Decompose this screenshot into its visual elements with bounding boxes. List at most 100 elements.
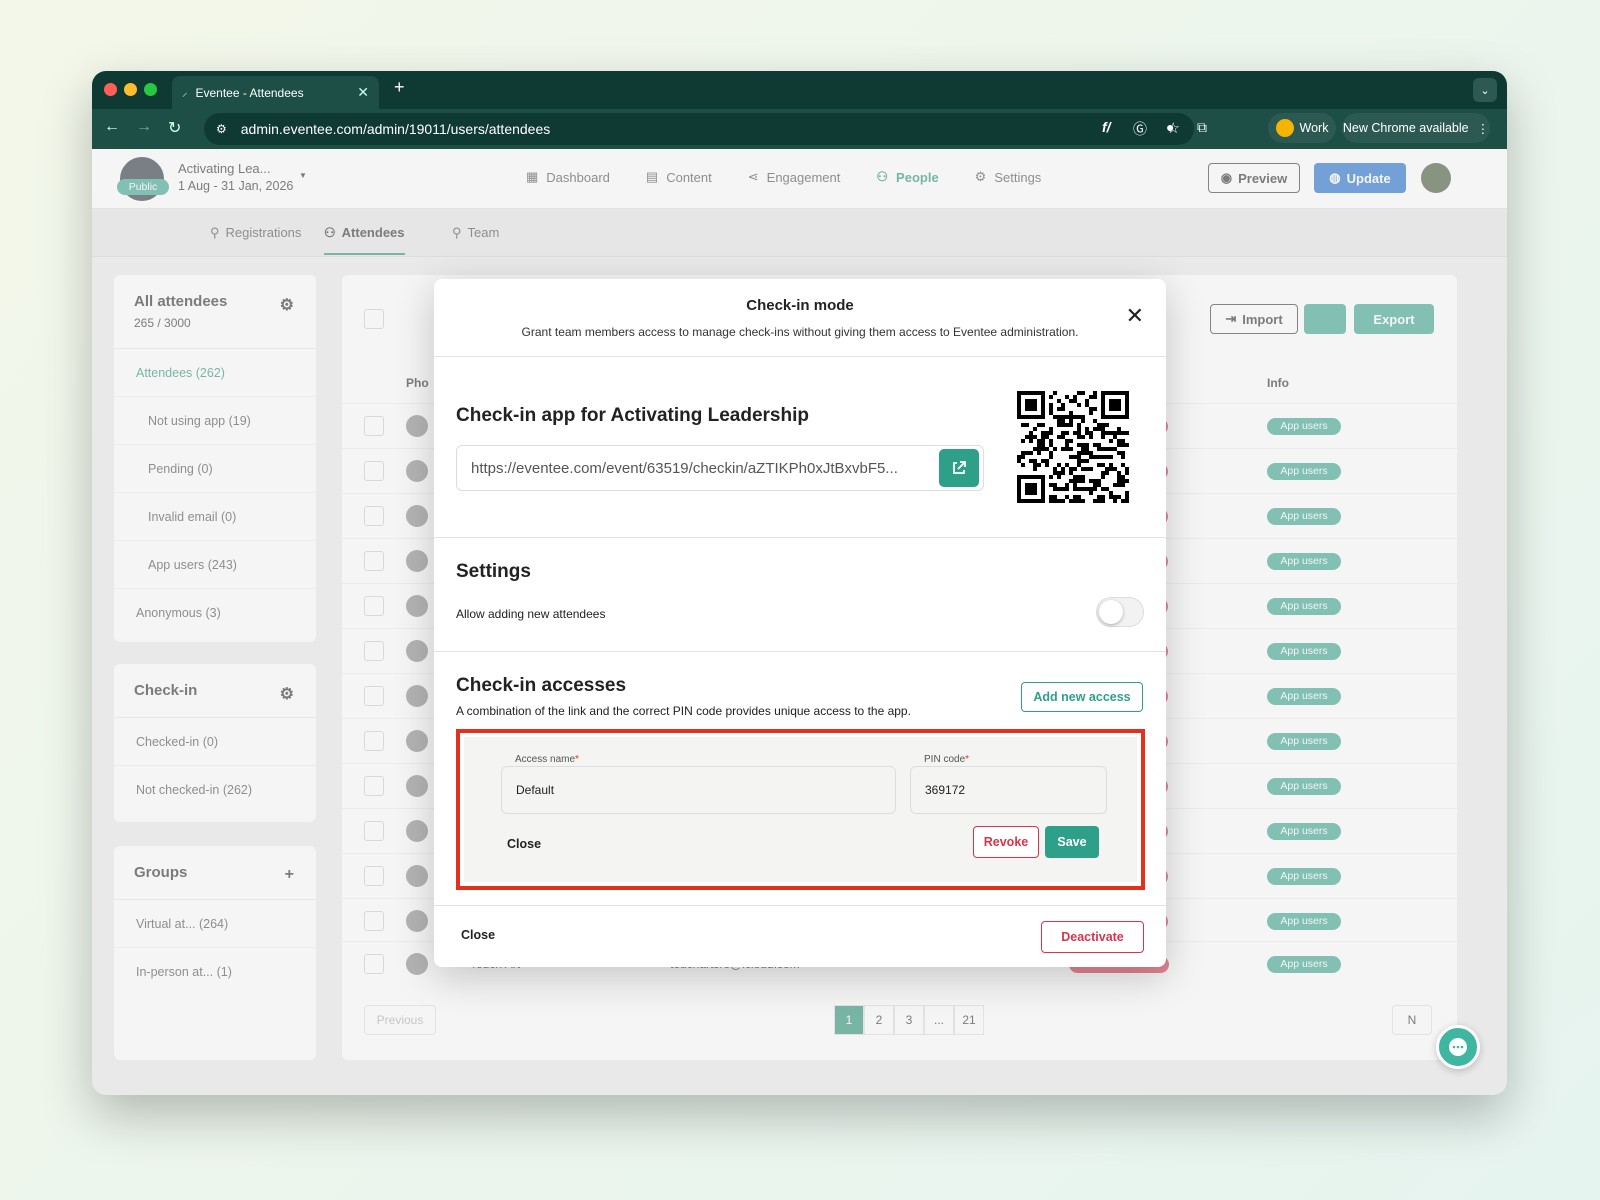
row-checkbox[interactable] bbox=[364, 776, 384, 796]
kebab-menu-icon[interactable]: ⋮ bbox=[1477, 121, 1490, 136]
tab-team[interactable]: ⚲ Team bbox=[452, 225, 499, 241]
row-checkbox[interactable] bbox=[364, 551, 384, 571]
event-switcher-caret-icon[interactable]: ▼ bbox=[299, 171, 307, 180]
add-new-access-button[interactable]: Add new access bbox=[1021, 682, 1143, 712]
page-1[interactable]: 1 bbox=[834, 1005, 864, 1035]
maximize-window-button[interactable] bbox=[144, 83, 157, 96]
row-checkbox[interactable] bbox=[364, 731, 384, 751]
attendee-photo bbox=[406, 910, 428, 932]
chrome-update-button[interactable]: New Chrome available ⋮ bbox=[1342, 113, 1490, 143]
filter-app-users[interactable]: App users (243) bbox=[114, 541, 316, 589]
info-badge: App users bbox=[1267, 643, 1341, 660]
row-checkbox[interactable] bbox=[364, 686, 384, 706]
row-checkbox[interactable] bbox=[364, 416, 384, 436]
gear-icon: ⚙ bbox=[974, 169, 987, 184]
site-settings-icon[interactable]: ⚙ bbox=[216, 122, 227, 136]
open-link-button[interactable] bbox=[939, 449, 979, 487]
chat-support-button[interactable] bbox=[1436, 1025, 1480, 1069]
pin-code-field[interactable]: 369172 bbox=[910, 766, 1107, 814]
address-bar[interactable]: ⚙ admin.eventee.com/admin/19011/users/at… bbox=[204, 113, 1194, 145]
extension-drop-icon[interactable]: ● bbox=[1166, 119, 1174, 135]
checkin-mode-modal: Check-in mode Grant team members access … bbox=[434, 279, 1166, 967]
reload-icon[interactable]: ↻ bbox=[168, 118, 181, 138]
attendee-photo bbox=[406, 865, 428, 887]
save-button[interactable]: Save bbox=[1045, 826, 1099, 858]
page-2[interactable]: 2 bbox=[864, 1005, 894, 1035]
info-badge: App users bbox=[1267, 508, 1341, 525]
filter-not-using-app[interactable]: Not using app (19) bbox=[114, 397, 316, 445]
access-name-field[interactable]: Default bbox=[501, 766, 896, 814]
deactivate-button[interactable]: Deactivate bbox=[1041, 921, 1144, 953]
forward-icon[interactable]: → bbox=[136, 118, 152, 136]
checkin-accesses-heading: Check-in accesses bbox=[456, 675, 627, 696]
close-icon[interactable]: ✕ bbox=[1126, 303, 1144, 329]
row-checkbox[interactable] bbox=[364, 461, 384, 481]
close-access-button[interactable]: Close bbox=[507, 837, 541, 851]
checkin-app-heading: Check-in app for Activating Leadership bbox=[456, 405, 809, 426]
filter-invalid-email[interactable]: Invalid email (0) bbox=[114, 493, 316, 541]
minimize-window-button[interactable] bbox=[124, 83, 137, 96]
extension-f-icon[interactable]: f/ bbox=[1102, 119, 1111, 135]
nav-dashboard[interactable]: ▦ Dashboard bbox=[526, 169, 610, 185]
nav-content[interactable]: ▤ Content bbox=[646, 169, 712, 185]
row-checkbox[interactable] bbox=[364, 506, 384, 526]
public-badge: Public bbox=[117, 179, 169, 195]
preview-button[interactable]: ◉ Preview bbox=[1208, 163, 1300, 193]
close-window-button[interactable] bbox=[104, 83, 117, 96]
previous-page-button[interactable]: Previous bbox=[364, 1005, 436, 1035]
export-button[interactable]: Export bbox=[1354, 304, 1434, 334]
all-attendees-header: All attendees 265 / 3000 ⚙ bbox=[114, 275, 316, 349]
import-button[interactable]: ⇥ Import bbox=[1210, 304, 1298, 334]
browser-tab[interactable]: ⸝ Eventee - Attendees ✕ bbox=[172, 76, 379, 109]
close-tab-icon[interactable]: ✕ bbox=[357, 84, 369, 101]
select-all-checkbox[interactable] bbox=[364, 309, 384, 329]
filter-attendees[interactable]: Attendees (262) bbox=[114, 349, 316, 397]
eventee-favicon-icon: ⸝ bbox=[182, 87, 188, 99]
filter-checked-in[interactable]: Checked-in (0) bbox=[114, 718, 316, 766]
globe-icon: ◍ bbox=[1329, 170, 1341, 185]
tab-attendees[interactable]: ⚇ Attendees bbox=[324, 225, 405, 255]
page-3[interactable]: 3 bbox=[894, 1005, 924, 1035]
filter-not-checked-in[interactable]: Not checked-in (262) bbox=[114, 766, 316, 814]
tab-search-chevron-icon[interactable]: ⌄ bbox=[1473, 78, 1497, 102]
divider bbox=[434, 537, 1166, 538]
nav-settings[interactable]: ⚙ Settings bbox=[975, 169, 1042, 185]
row-checkbox[interactable] bbox=[364, 641, 384, 661]
new-tab-icon[interactable]: + bbox=[394, 77, 405, 98]
group-virtual[interactable]: Virtual at... (264) bbox=[114, 900, 316, 948]
allow-new-attendees-toggle[interactable] bbox=[1096, 597, 1144, 627]
profile-avatar-icon bbox=[1275, 119, 1294, 137]
row-checkbox[interactable] bbox=[364, 596, 384, 616]
top-navigation: ▦ Dashboard ▤ Content ⋖ Engagement ⚇ People … bbox=[526, 169, 1041, 185]
update-button[interactable]: ◍ Update bbox=[1314, 163, 1406, 193]
user-avatar[interactable] bbox=[1421, 163, 1451, 193]
profile-label: Work bbox=[1299, 121, 1329, 135]
profile-button[interactable]: Work bbox=[1268, 113, 1336, 143]
sync-button[interactable] bbox=[1304, 304, 1346, 334]
info-badge: App users bbox=[1267, 913, 1341, 930]
add-group-icon[interactable]: + bbox=[285, 866, 294, 884]
next-page-button[interactable]: N bbox=[1392, 1005, 1432, 1035]
row-checkbox[interactable] bbox=[364, 821, 384, 841]
gear-icon[interactable]: ⚙ bbox=[280, 684, 294, 704]
row-checkbox[interactable] bbox=[364, 954, 384, 974]
back-icon[interactable]: ← bbox=[104, 118, 120, 136]
info-badge: App users bbox=[1267, 688, 1341, 705]
event-name[interactable]: Activating Lea... bbox=[178, 161, 271, 176]
modal-close-button[interactable]: Close bbox=[461, 928, 495, 942]
attendee-photo bbox=[406, 775, 428, 797]
tab-registrations[interactable]: ⚲ Registrations bbox=[210, 225, 301, 241]
filter-anonymous[interactable]: Anonymous (3) bbox=[114, 589, 316, 637]
gear-icon[interactable]: ⚙ bbox=[280, 295, 294, 315]
group-in-person[interactable]: In-person at... (1) bbox=[114, 948, 316, 996]
row-checkbox[interactable] bbox=[364, 911, 384, 931]
filter-pending[interactable]: Pending (0) bbox=[114, 445, 316, 493]
nav-engagement[interactable]: ⋖ Engagement bbox=[748, 169, 841, 185]
page-21[interactable]: 21 bbox=[954, 1005, 984, 1035]
extensions-puzzle-icon[interactable]: ⧉ bbox=[1197, 119, 1207, 136]
grammarly-icon[interactable]: Ⓖ bbox=[1133, 119, 1147, 139]
checkin-link-field[interactable]: https://eventee.com/event/63519/checkin/… bbox=[456, 445, 984, 491]
revoke-button[interactable]: Revoke bbox=[973, 826, 1039, 858]
row-checkbox[interactable] bbox=[364, 866, 384, 886]
nav-people[interactable]: ⚇ People bbox=[876, 169, 938, 185]
